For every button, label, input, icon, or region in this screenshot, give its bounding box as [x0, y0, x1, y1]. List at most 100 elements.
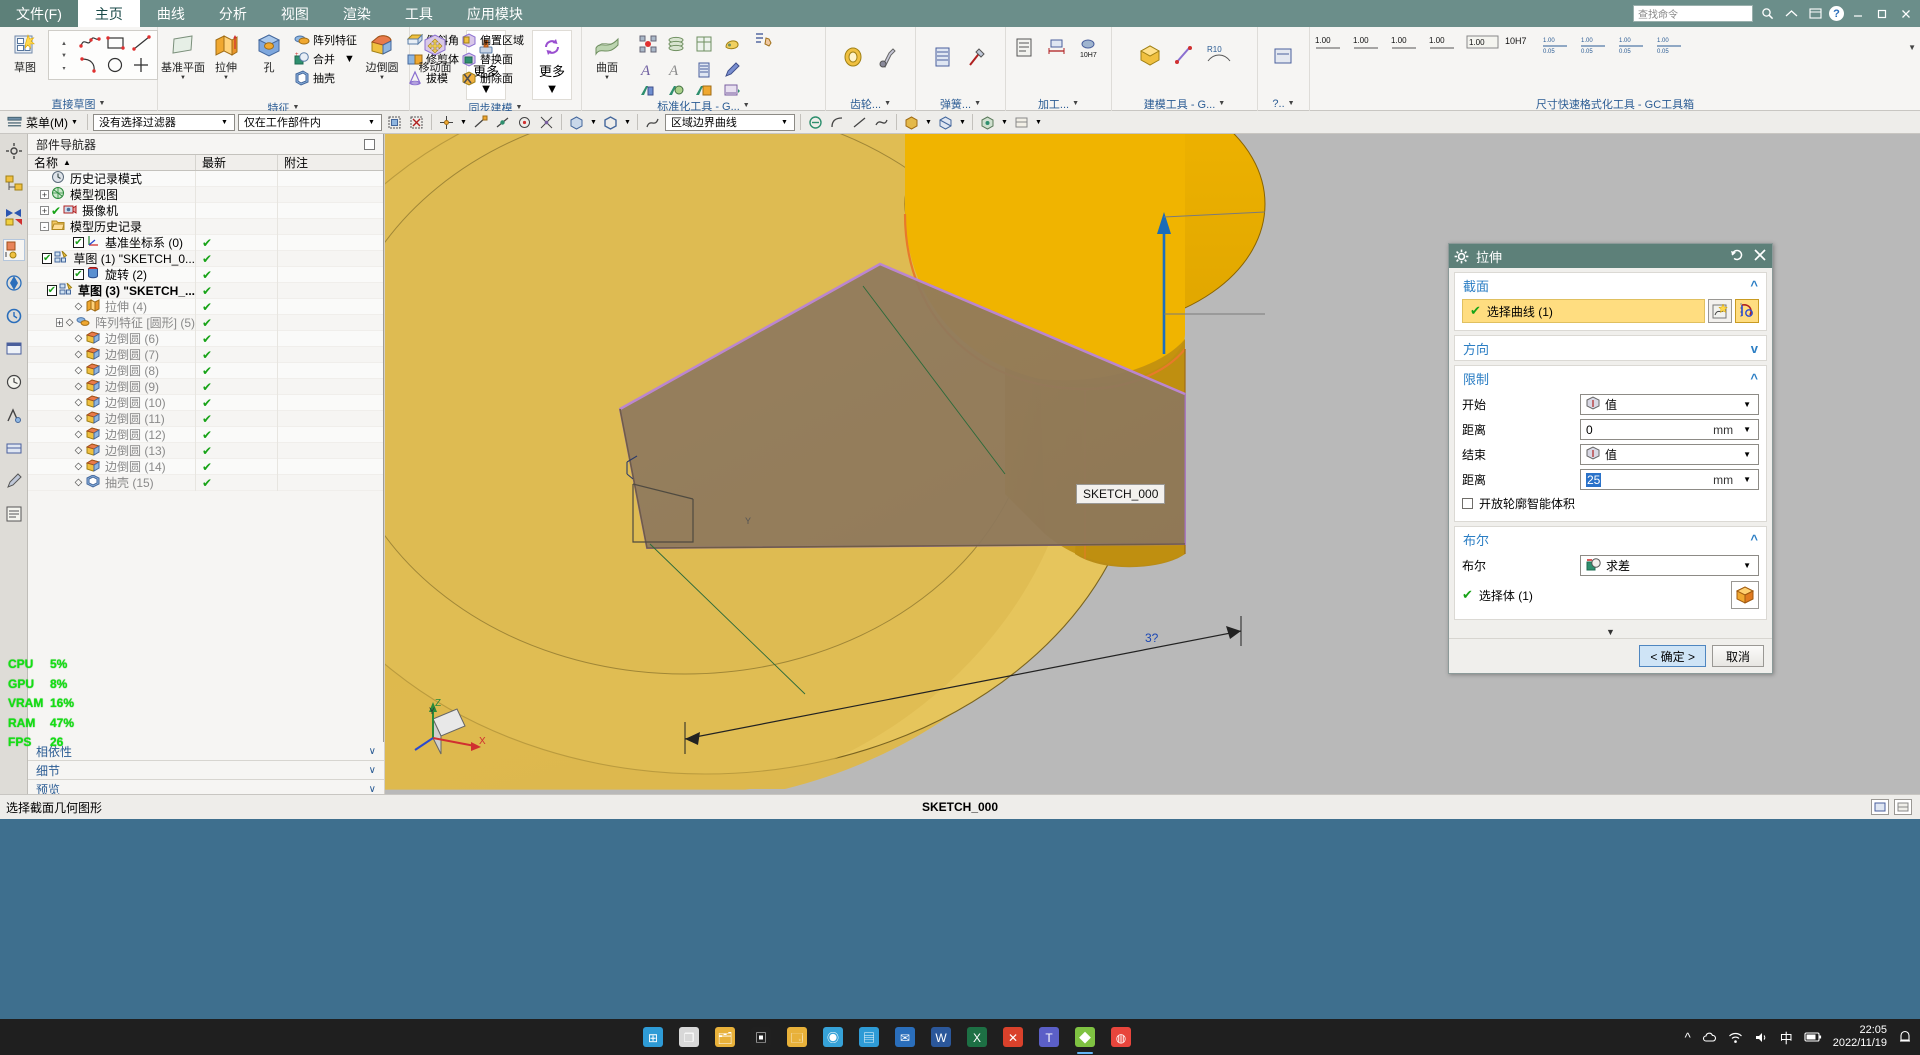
dim-fmt-c-icon[interactable]: 1.00 0.05	[1618, 33, 1644, 59]
collapse-icon[interactable]: -	[40, 222, 49, 231]
feature-checkbox[interactable]: ✔	[46, 285, 57, 296]
cloud-icon[interactable]	[1702, 1030, 1717, 1045]
dialog-expand-more[interactable]: ▼	[1449, 624, 1772, 638]
wps-icon[interactable]: ✕	[1000, 1024, 1026, 1050]
tree-item-name-cell[interactable]: + ✔ 摄像机	[28, 202, 196, 219]
ribbon-group-dimension-format-label[interactable]: 尺寸快速格式化工具 - GC工具箱	[1310, 96, 1920, 111]
shaded-view-icon[interactable]	[902, 113, 921, 132]
table-icon[interactable]	[695, 35, 712, 52]
misc-icon[interactable]	[1271, 45, 1297, 71]
sketch-tag-label[interactable]: SKETCH_000	[1076, 484, 1166, 504]
table-row[interactable]: 历史记录模式	[28, 171, 383, 187]
menu-m-button[interactable]: 菜单(M) ▼	[3, 114, 82, 131]
table-row[interactable]: ◇ 抽壳 (15) ✔	[28, 474, 383, 491]
insert-a-icon[interactable]	[639, 82, 655, 98]
ribbon-tab-home[interactable]: 主页	[77, 0, 140, 27]
dim-4-icon[interactable]: 1.00	[1428, 33, 1454, 59]
expand-icon[interactable]: +	[40, 190, 49, 199]
table-row[interactable]: ✔ 草图 (3) "SKETCH_... ✔	[28, 282, 383, 299]
chevron-down-icon[interactable]: ▼	[379, 75, 385, 81]
collapsible-panel-header[interactable]: 细节 ∨	[28, 761, 384, 780]
offset-region-button[interactable]: 偏置区域	[458, 31, 527, 49]
expand-icon[interactable]: +	[40, 206, 49, 215]
minimize-ribbon-icon[interactable]	[1781, 4, 1801, 24]
follow-fillet-icon[interactable]	[828, 113, 847, 132]
feature-suppressed-marker[interactable]: ◇	[73, 349, 84, 360]
scroll-down-icon[interactable]: ▼	[61, 53, 67, 59]
section-header-boolean[interactable]: 布尔 ^	[1455, 527, 1766, 551]
feature-suppressed-marker[interactable]: ◇	[73, 461, 84, 472]
tree-item-name-cell[interactable]: - 模型历史记录	[28, 218, 196, 235]
column-header-note[interactable]: 附注	[278, 155, 383, 170]
resource-web-browser-icon[interactable]	[3, 272, 25, 294]
notification-icon[interactable]	[1898, 1030, 1912, 1044]
dim-tol-icon[interactable]: 1.00	[1466, 33, 1499, 59]
curve-rule-combo[interactable]: 区域边界曲线 ▼	[664, 113, 795, 131]
specify-curve-icon[interactable]	[1708, 299, 1732, 323]
limit-start-select[interactable]: 值 ▼	[1580, 394, 1759, 415]
tree-item-name-cell[interactable]: ✔ 旋转 (2)	[28, 266, 196, 283]
tangent-curve-icon[interactable]	[850, 113, 869, 132]
command-search-input[interactable]: 查找命令	[1633, 5, 1753, 22]
chevron-down-icon[interactable]: ▼	[1738, 400, 1756, 409]
tolerance-icon[interactable]: 10H7	[1078, 37, 1104, 63]
circle-icon[interactable]	[105, 56, 127, 77]
ribbon-overflow-icon[interactable]: ▼	[1908, 33, 1916, 52]
resource-part-navigator-icon[interactable]	[2, 239, 25, 261]
feature-suppressed-marker[interactable]: ◇	[73, 445, 84, 456]
machining-dim-icon[interactable]	[1046, 37, 1072, 63]
line-icon[interactable]	[131, 34, 153, 55]
tree-item-name-cell[interactable]: ✔ 基准坐标系 (0)	[28, 234, 196, 251]
pattern-grid-icon[interactable]	[639, 35, 657, 53]
tree-item-name-cell[interactable]: ◇ 抽壳 (15)	[28, 474, 196, 491]
deselect-icon[interactable]	[407, 113, 426, 132]
chevron-down-icon[interactable]: ▼	[99, 100, 106, 107]
face-filter-icon[interactable]	[567, 113, 586, 132]
dim-3-icon[interactable]: 1.00	[1390, 33, 1416, 59]
chevron-down-icon[interactable]: ▼	[459, 113, 468, 132]
selection-filter-combo[interactable]: 没有选择过滤器 ▼	[92, 113, 235, 131]
column-header-name[interactable]: 名称 ▲	[28, 155, 196, 170]
dim-h7-icon[interactable]: 10H7	[1504, 33, 1530, 59]
part-navigator-tree[interactable]: 历史记录模式 + 模型视图 + ✔ 摄像机 - 模型历史记录 ✔ 基准坐标系 (0) ✔ ✔ 草图 (1…	[28, 171, 383, 491]
chevron-down-icon[interactable]: ▼	[589, 113, 598, 132]
network-icon[interactable]	[1728, 1030, 1743, 1045]
excel-icon[interactable]: X	[964, 1024, 990, 1050]
ribbon-group-spring-label[interactable]: 弹簧... ▼	[916, 96, 1005, 111]
explorer-icon[interactable]: 🗂	[712, 1024, 738, 1050]
feature-suppressed-marker[interactable]: ◇	[73, 365, 84, 376]
feature-suppressed-marker[interactable]: ◇	[65, 317, 74, 328]
ok-button[interactable]: < 确定 >	[1639, 645, 1706, 667]
measure-icon[interactable]	[723, 82, 740, 98]
table-row[interactable]: ◇ 边倒圆 (11) ✔	[28, 410, 383, 427]
unite-button[interactable]: + 合并 ▼	[291, 50, 360, 68]
datum-plane-button[interactable]: 基准平面 ▼	[161, 30, 205, 83]
rectangle-icon[interactable]	[105, 34, 127, 55]
synchronous-more-button[interactable]: 更多 ▼	[532, 30, 573, 100]
word-icon[interactable]: W	[928, 1024, 954, 1050]
selection-scope-combo[interactable]: 仅在工作部件内 ▼	[237, 113, 382, 131]
dim-fmt-b-icon[interactable]: 1.00 0.05	[1580, 33, 1606, 59]
resource-pen-icon[interactable]	[3, 470, 25, 492]
limit-end-select[interactable]: 值 ▼	[1580, 444, 1759, 465]
insert-c-icon[interactable]	[695, 82, 712, 98]
chevron-down-icon[interactable]: ▼	[1738, 475, 1756, 484]
spring-tool-icon[interactable]	[965, 45, 991, 71]
battery-icon[interactable]	[1804, 1031, 1822, 1043]
ribbon-group-direct-sketch-label[interactable]: 直接草图 ▼	[0, 96, 157, 111]
chevron-down-icon[interactable]: ▼	[958, 113, 967, 132]
stop-at-intersection-icon[interactable]	[806, 113, 825, 132]
snap-end-icon[interactable]	[471, 113, 490, 132]
chevron-down-icon[interactable]: ▼	[924, 113, 933, 132]
feature-suppressed-marker[interactable]: ◇	[73, 381, 84, 392]
tree-item-name-cell[interactable]: + 模型视图	[28, 186, 196, 203]
feature-checkbox[interactable]: ✔	[73, 237, 84, 248]
ribbon-group-machining-label[interactable]: 加工... ▼	[1006, 96, 1111, 111]
chevron-down-icon[interactable]: ∨	[369, 765, 376, 776]
arc-icon[interactable]	[79, 56, 101, 77]
open-profile-checkbox[interactable]	[1462, 497, 1473, 509]
tree-item-name-cell[interactable]: ◇ 边倒圆 (11)	[28, 410, 196, 427]
extrude-button[interactable]: 拉伸 ▼	[205, 30, 247, 83]
limit-end-distance-input[interactable]: 25 mm ▼	[1580, 469, 1759, 490]
ribbon-tab-curve[interactable]: 曲线	[140, 0, 202, 27]
